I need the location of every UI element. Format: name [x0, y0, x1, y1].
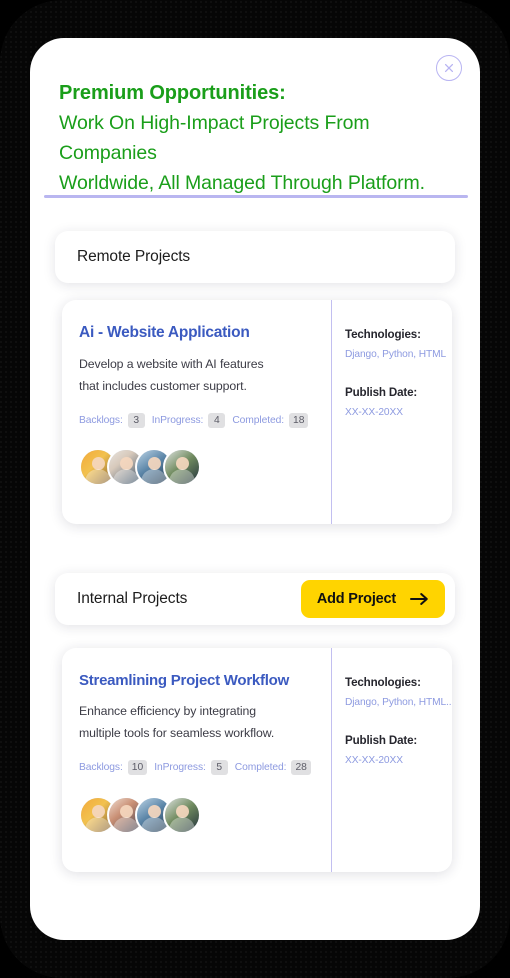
- section-bar-remote-projects[interactable]: Remote Projects: [55, 231, 455, 283]
- stat-inprogress: InProgress: 5: [154, 760, 228, 775]
- project-card-main: Ai - Website Application Develop a websi…: [62, 300, 331, 524]
- stat-backlogs-label: Backlogs:: [79, 762, 123, 773]
- project-description-line-2: that includes customer support.: [79, 379, 247, 393]
- project-card-main: Streamlining Project Workflow Enhance ef…: [62, 648, 331, 872]
- project-card-meta: Technologies: Django, Python, HTML Publi…: [331, 300, 452, 524]
- add-project-label: Add Project: [316, 591, 396, 607]
- page-title: Premium Opportunities: Work On High-Impa…: [59, 78, 459, 198]
- stat-completed-label: Completed:: [234, 762, 287, 773]
- project-card[interactable]: Ai - Website Application Develop a websi…: [62, 300, 452, 524]
- stat-completed: Completed: 28: [235, 760, 311, 775]
- stat-backlogs-value: 3: [127, 413, 145, 428]
- modal-header: Premium Opportunities: Work On High-Impa…: [30, 38, 480, 198]
- device-frame: Premium Opportunities: Work On High-Impa…: [0, 0, 510, 978]
- technologies-label: Technologies:: [345, 676, 421, 689]
- headline-strong: Premium Opportunities:: [59, 82, 286, 104]
- project-members-avatar-group[interactable]: [79, 448, 201, 486]
- project-description-line-2: multiple tools for seamless workflow.: [79, 726, 275, 740]
- project-description-line-1: Enhance efficiency by integrating: [79, 704, 256, 718]
- publish-date-label: Publish Date:: [345, 734, 418, 747]
- stat-inprogress-label: InProgress:: [154, 762, 206, 773]
- stat-backlogs: Backlogs: 3: [79, 413, 145, 428]
- stat-completed: Completed: 18: [232, 413, 309, 428]
- project-title[interactable]: Ai - Website Application: [79, 324, 317, 342]
- stat-inprogress-label: InProgress:: [151, 415, 204, 426]
- project-title[interactable]: Streamlining Project Workflow: [79, 672, 317, 689]
- headline-sub-line-1: Work On High-Impact Projects From Compan…: [59, 112, 370, 164]
- technologies-value: Django, Python, HTML..: [345, 697, 452, 708]
- section-bar-internal-projects[interactable]: Internal Projects Add Project: [55, 573, 455, 625]
- section-title-remote: Remote Projects: [77, 248, 191, 265]
- close-x-glyph: [444, 63, 454, 73]
- technologies-value: Django, Python, HTML: [345, 349, 447, 360]
- arrow-right-icon: [410, 593, 428, 605]
- publish-date-value: XX-XX-20XX: [345, 407, 403, 418]
- project-stats-row: Backlogs: 10 InProgress: 5 Completed: 28: [79, 760, 317, 775]
- project-stats-row: Backlogs: 3 InProgress: 4 Completed: 18: [79, 413, 317, 428]
- stat-inprogress-value: 5: [210, 760, 228, 775]
- avatar[interactable]: [163, 796, 201, 834]
- stat-completed-value: 18: [288, 413, 309, 428]
- stat-completed-value: 28: [291, 760, 311, 775]
- project-card[interactable]: Streamlining Project Workflow Enhance ef…: [62, 648, 452, 872]
- modal-sheet: Premium Opportunities: Work On High-Impa…: [30, 38, 480, 940]
- stat-completed-label: Completed:: [232, 415, 284, 426]
- technologies-label: Technologies:: [345, 328, 421, 341]
- section-title-internal: Internal Projects: [77, 590, 188, 607]
- stat-inprogress: InProgress: 4: [152, 413, 226, 428]
- avatar[interactable]: [163, 448, 201, 486]
- project-description-line-1: Develop a website with AI features: [79, 357, 264, 371]
- header-divider: [44, 195, 468, 198]
- headline-sub-line-2: Worldwide, All Managed Through Platform.: [59, 172, 425, 194]
- add-project-button[interactable]: Add Project: [300, 580, 445, 618]
- publish-date-label: Publish Date:: [345, 386, 418, 399]
- stat-inprogress-value: 4: [208, 413, 226, 428]
- project-members-avatar-group[interactable]: [79, 796, 201, 834]
- publish-date-value: XX-XX-20XX: [345, 755, 403, 766]
- stat-backlogs: Backlogs: 10: [79, 760, 148, 775]
- project-card-meta: Technologies: Django, Python, HTML.. Pub…: [331, 648, 452, 872]
- stat-backlogs-value: 10: [127, 760, 148, 775]
- stat-backlogs-label: Backlogs:: [79, 415, 123, 426]
